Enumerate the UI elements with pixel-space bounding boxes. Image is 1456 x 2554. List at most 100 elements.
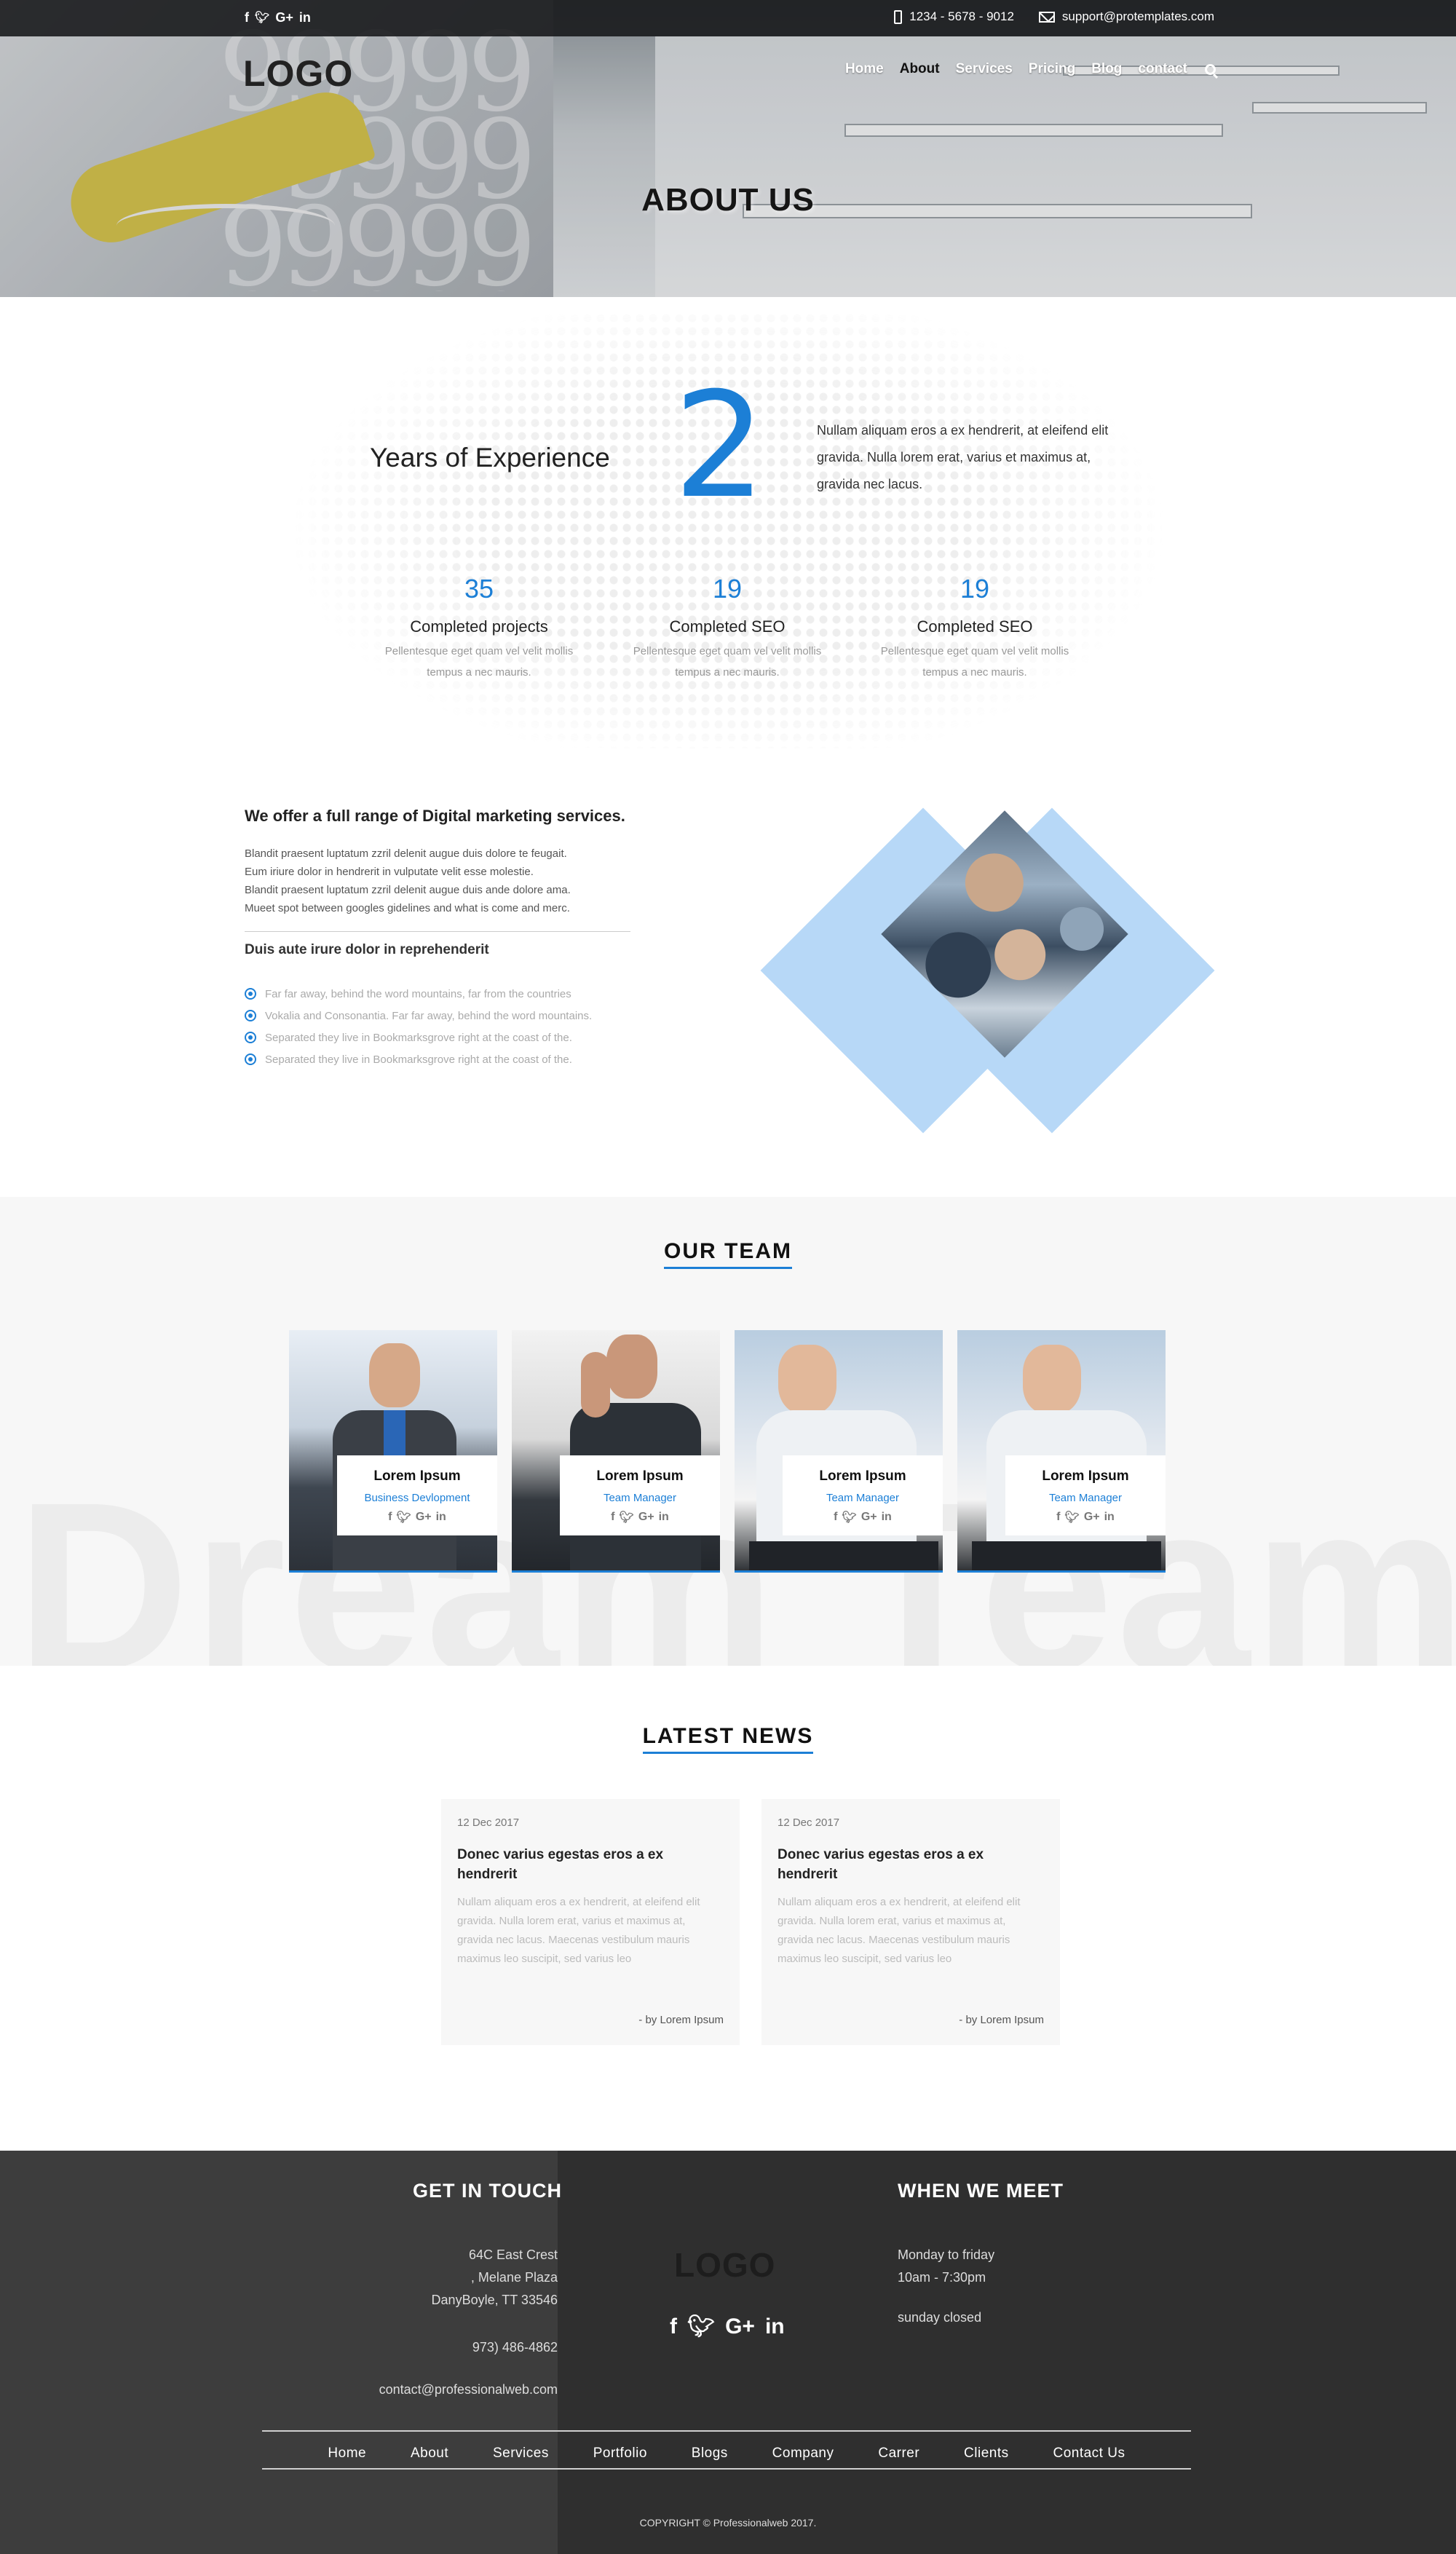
team-member-card[interactable]: Lorem Ipsum Team Manager f 🐦︎ G+ in — [512, 1330, 720, 1573]
team-member-name: Lorem Ipsum — [819, 1468, 906, 1484]
twitter-icon[interactable]: 🐦︎ — [842, 1510, 857, 1525]
footer-logo[interactable]: LOGO — [674, 2245, 775, 2285]
news-card[interactable]: 12 Dec 2017 Donec varius egestas eros a … — [441, 1799, 740, 2045]
counter-projects: 35 Completed projects Pellentesque eget … — [363, 574, 596, 683]
experience-label: Years of Experience — [370, 443, 610, 473]
nav-blog[interactable]: Blog — [1091, 61, 1122, 77]
facebook-icon[interactable]: f — [388, 1510, 392, 1525]
google-plus-icon[interactable]: G+ — [416, 1510, 432, 1525]
topbar-social-links: f 🐦︎ G+ in — [245, 9, 311, 26]
copyright-text: COPYRIGHT © Professionalweb 2017. — [639, 2517, 817, 2529]
nav-about[interactable]: About — [900, 61, 940, 77]
services-line: Blandit praesent luptatum zzril delenit … — [245, 884, 571, 896]
services-subtitle: Duis aute irure dolor in reprehenderit — [245, 942, 489, 957]
google-plus-icon[interactable]: G+ — [725, 2314, 755, 2339]
news-byline: - by Lorem Ipsum — [959, 2014, 1044, 2026]
site-logo[interactable]: LOGO — [243, 52, 353, 95]
team-member-card[interactable]: Lorem Ipsum Team Manager f 🐦︎ G+ in — [957, 1330, 1166, 1573]
team-member-card[interactable]: Lorem Ipsum Team Manager f 🐦︎ G+ in — [735, 1330, 943, 1573]
counter-title: Completed SEO — [669, 617, 786, 636]
team-member-role: Team Manager — [826, 1492, 900, 1504]
counter-value: 35 — [464, 574, 494, 604]
radio-bullet-icon — [245, 1032, 256, 1043]
team-member-role: Team Manager — [1048, 1492, 1123, 1504]
team-member-card[interactable]: Lorem Ipsum Business Devlopment f 🐦︎ G+ … — [289, 1330, 497, 1573]
team-member-role: Team Manager — [603, 1492, 677, 1504]
facebook-icon[interactable]: f — [1056, 1510, 1060, 1525]
twitter-icon[interactable]: 🐦︎ — [687, 2314, 715, 2339]
team-section: Dream Team OUR TEAM Lorem Ipsum Business… — [0, 1197, 1456, 1666]
nav-pricing[interactable]: Pricing — [1029, 61, 1075, 77]
footer-link-carrer[interactable]: Carrer — [878, 2446, 919, 2462]
team-member-role: Business Devlopment — [364, 1492, 470, 1504]
services-line: Eum iriure dolor in hendrerit in vulputa… — [245, 866, 534, 878]
footer-link-contact-us[interactable]: Contact Us — [1053, 2446, 1125, 2462]
news-card[interactable]: 12 Dec 2017 Donec varius egestas eros a … — [761, 1799, 1060, 2045]
twitter-icon[interactable]: 🐦︎ — [620, 1510, 634, 1525]
news-section: LATEST NEWS 12 Dec 2017 Donec varius ege… — [0, 1666, 1456, 2151]
list-item: Vokalia and Consonantia. Far far away, b… — [245, 1005, 592, 1027]
footer-link-company[interactable]: Company — [772, 2446, 834, 2462]
counter-title: Completed SEO — [917, 617, 1033, 636]
linkedin-icon[interactable]: in — [882, 1510, 892, 1525]
facebook-icon[interactable]: f — [611, 1510, 614, 1525]
footer-email[interactable]: contact@professionalweb.com — [379, 2379, 558, 2401]
top-bar: f 🐦︎ G+ in 1234 - 5678 - 9012 support@pr… — [0, 0, 1456, 36]
services-diamond-image — [760, 807, 1216, 1134]
twitter-icon[interactable]: 🐦︎ — [397, 1510, 411, 1525]
stats-section: Years of Experience 2 Nullam aliquam ero… — [0, 297, 1456, 748]
topbar-email[interactable]: support@protemplates.com — [1062, 9, 1214, 24]
radio-bullet-icon — [245, 988, 256, 1000]
footer-link-clients[interactable]: Clients — [964, 2446, 1009, 2462]
google-plus-icon[interactable]: G+ — [861, 1510, 877, 1525]
twitter-icon[interactable]: 🐦︎ — [1065, 1510, 1080, 1525]
mail-icon — [1038, 11, 1055, 23]
facebook-icon[interactable]: f — [834, 1510, 837, 1525]
google-plus-icon[interactable]: G+ — [275, 9, 293, 26]
footer-link-services[interactable]: Services — [493, 2446, 549, 2462]
footer-link-blogs[interactable]: Blogs — [692, 2446, 728, 2462]
google-plus-icon[interactable]: G+ — [1084, 1510, 1100, 1525]
main-menu: Home About Services Pricing Blog contact — [829, 61, 1216, 77]
team-member-info: Lorem Ipsum Team Manager f 🐦︎ G+ in — [783, 1455, 943, 1535]
team-member-photo — [512, 1330, 720, 1570]
divider — [262, 2430, 1191, 2432]
news-date: 12 Dec 2017 — [778, 1816, 840, 1829]
linkedin-icon[interactable]: in — [436, 1510, 446, 1525]
site-footer: GET IN TOUCH 64C East Crest , Melane Pla… — [0, 2151, 1456, 2554]
nav-services[interactable]: Services — [956, 61, 1013, 77]
twitter-icon[interactable]: 🐦︎ — [255, 9, 269, 26]
linkedin-icon[interactable]: in — [1104, 1510, 1115, 1525]
radio-bullet-icon — [245, 1010, 256, 1021]
footer-hours: Monday to friday 10am - 7:30pm sunday cl… — [898, 2247, 995, 2325]
linkedin-icon[interactable]: in — [765, 2314, 785, 2339]
footer-phone[interactable]: 973) 486-4862 — [379, 2336, 558, 2359]
footer-link-home[interactable]: Home — [328, 2446, 366, 2462]
linkedin-icon[interactable]: in — [299, 9, 311, 26]
counter-value: 19 — [960, 574, 990, 604]
linkedin-icon[interactable]: in — [659, 1510, 669, 1525]
news-headline[interactable]: Donec varius egestas eros a ex hendrerit — [778, 1845, 1044, 1884]
team-member-info: Lorem Ipsum Business Devlopment f 🐦︎ G+ … — [337, 1455, 497, 1535]
team-member-social: f 🐦︎ G+ in — [1005, 1510, 1166, 1525]
team-member-name: Lorem Ipsum — [373, 1468, 461, 1484]
counter-desc: Pellentesque eget quam vel velit mollis … — [633, 645, 822, 679]
search-icon[interactable] — [1205, 63, 1216, 75]
footer-link-about[interactable]: About — [411, 2446, 448, 2462]
news-headline[interactable]: Donec varius egestas eros a ex hendrerit — [457, 1845, 724, 1884]
google-plus-icon[interactable]: G+ — [638, 1510, 654, 1525]
main-navbar: LOGO Home About Services Pricing Blog co… — [0, 36, 1456, 102]
team-member-social: f 🐦︎ G+ in — [560, 1510, 720, 1525]
facebook-icon[interactable]: f — [245, 9, 249, 26]
services-description: Blandit praesent luptatum zzril delenit … — [245, 845, 638, 917]
services-line: Mueet spot between googles gidelines and… — [245, 902, 570, 914]
list-item: Separated they live in Bookmarksgrove ri… — [245, 1027, 592, 1048]
facebook-icon[interactable]: f — [670, 2314, 677, 2339]
nav-home[interactable]: Home — [845, 61, 884, 77]
list-item: Far far away, behind the word mountains,… — [245, 983, 592, 1005]
footer-link-portfolio[interactable]: Portfolio — [593, 2446, 647, 2462]
divider — [262, 2468, 1191, 2470]
footer-nav: Home About Services Portfolio Blogs Comp… — [262, 2446, 1191, 2462]
nav-contact[interactable]: contact — [1138, 61, 1187, 77]
services-line: Blandit praesent luptatum zzril delenit … — [245, 847, 567, 860]
